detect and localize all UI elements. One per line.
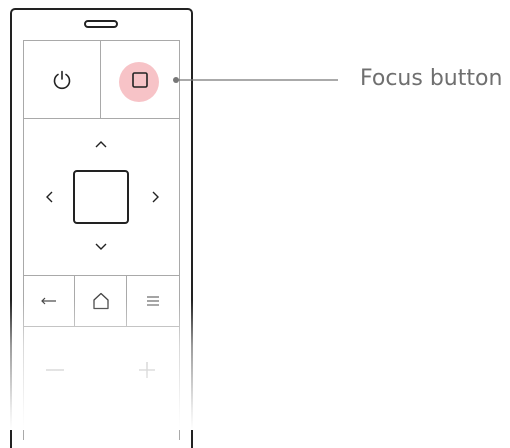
callout-dot	[173, 77, 179, 83]
callout-label: Focus button	[360, 66, 503, 91]
callout-leader	[173, 77, 338, 83]
